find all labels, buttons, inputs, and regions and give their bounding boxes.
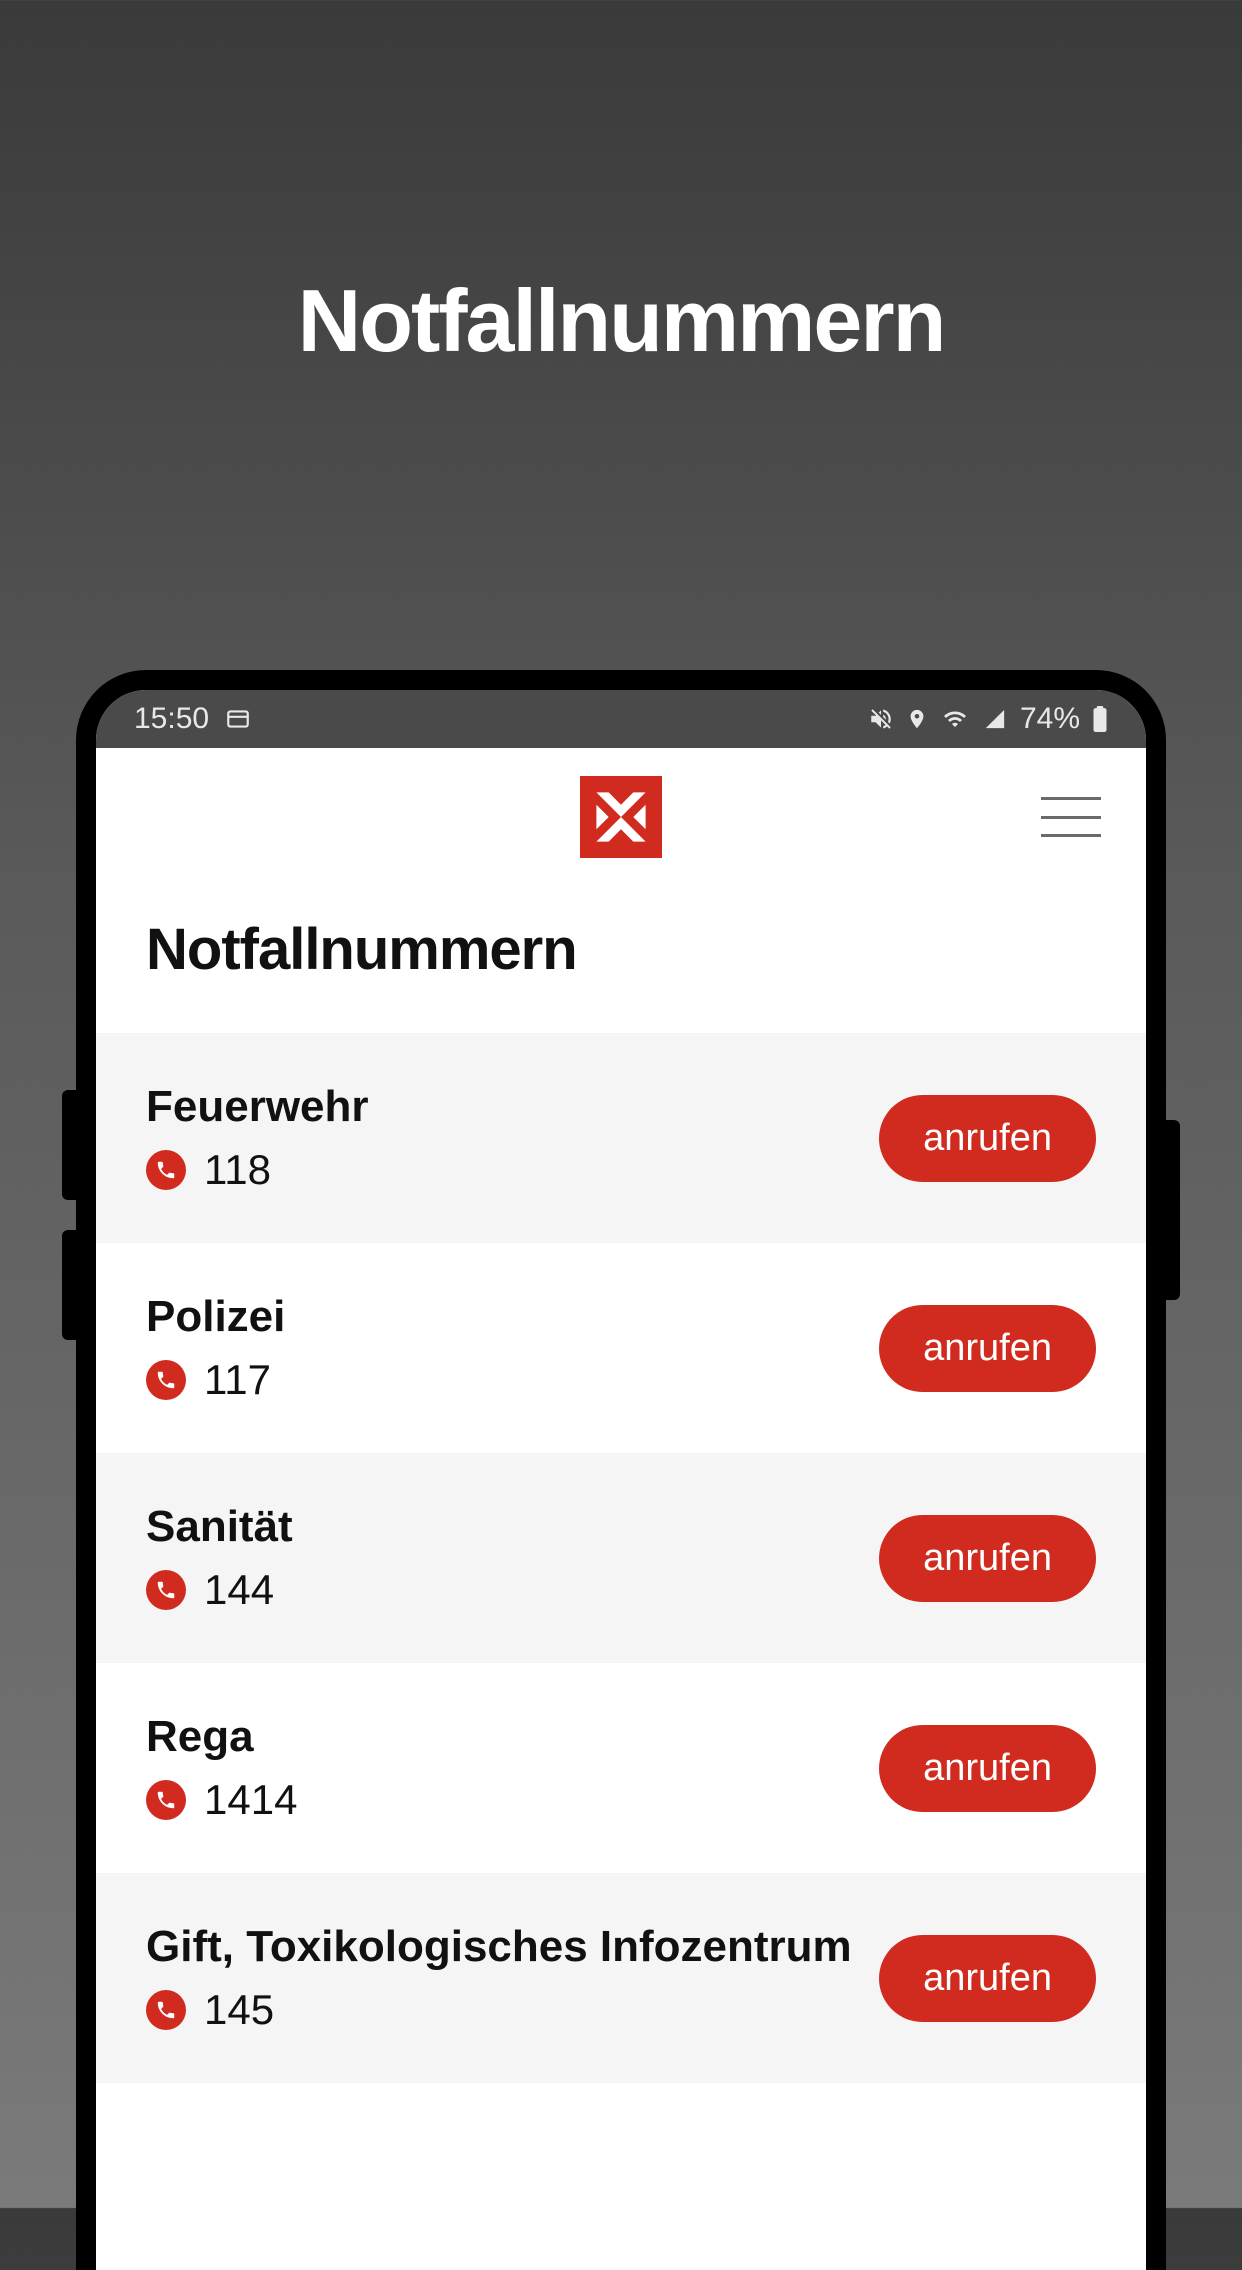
app-logo[interactable] xyxy=(580,776,662,858)
phone-button-volume-up xyxy=(62,1090,76,1200)
status-bar-right: 74% xyxy=(868,702,1108,736)
vibrate-icon xyxy=(868,706,894,732)
emergency-item-feuerwehr: Feuerwehr 118 anrufen xyxy=(96,1033,1146,1243)
emergency-item-polizei: Polizei 117 anrufen xyxy=(96,1243,1146,1453)
emergency-info: Polizei 117 xyxy=(146,1292,879,1404)
app-header xyxy=(96,748,1146,886)
emergency-number-row: 1414 xyxy=(146,1776,879,1824)
emergency-info: Gift, Toxikologisches Infozentrum 145 xyxy=(146,1922,879,2034)
status-battery-text: 74% xyxy=(1020,702,1080,736)
location-icon xyxy=(906,705,928,733)
app-indicator-icon xyxy=(225,706,251,732)
wifi-icon xyxy=(940,707,970,731)
phone-button-power xyxy=(1166,1120,1180,1300)
phone-icon xyxy=(146,1990,186,2030)
emergency-number-row: 118 xyxy=(146,1146,879,1194)
hamburger-icon xyxy=(1041,797,1101,800)
emergency-name: Sanität xyxy=(146,1502,879,1552)
phone-icon xyxy=(146,1360,186,1400)
phone-frame: 15:50 xyxy=(76,670,1166,2270)
emergency-name: Feuerwehr xyxy=(146,1082,879,1132)
emergency-info: Feuerwehr 118 xyxy=(146,1082,879,1194)
call-button[interactable]: anrufen xyxy=(879,1725,1096,1812)
emergency-item-gift: Gift, Toxikologisches Infozentrum 145 an… xyxy=(96,1873,1146,2083)
phone-number: 1414 xyxy=(204,1776,297,1824)
signal-icon xyxy=(982,708,1008,730)
call-button[interactable]: anrufen xyxy=(879,1935,1096,2022)
phone-icon xyxy=(146,1150,186,1190)
emergency-name: Rega xyxy=(146,1712,879,1762)
phone-number: 118 xyxy=(204,1146,271,1194)
battery-icon xyxy=(1092,706,1108,732)
promo-title: Notfallnummern xyxy=(0,0,1242,372)
status-bar: 15:50 xyxy=(96,690,1146,748)
menu-button[interactable] xyxy=(1041,797,1101,837)
emergency-number-row: 144 xyxy=(146,1566,879,1614)
phone-icon xyxy=(146,1780,186,1820)
emergency-number-row: 117 xyxy=(146,1356,879,1404)
emergency-item-rega: Rega 1414 anrufen xyxy=(96,1663,1146,1873)
call-button[interactable]: anrufen xyxy=(879,1095,1096,1182)
phone-number: 117 xyxy=(204,1356,271,1404)
call-button[interactable]: anrufen xyxy=(879,1305,1096,1392)
emergency-info: Sanität 144 xyxy=(146,1502,879,1614)
emergency-name: Gift, Toxikologisches Infozentrum xyxy=(146,1922,879,1972)
page-title: Notfallnummern xyxy=(96,886,1146,1033)
status-time: 15:50 xyxy=(134,702,209,736)
call-button[interactable]: anrufen xyxy=(879,1515,1096,1602)
emergency-list: Feuerwehr 118 anrufen Polizei xyxy=(96,1033,1146,2083)
emergency-info: Rega 1414 xyxy=(146,1712,879,1824)
emergency-item-sanitaet: Sanität 144 anrufen xyxy=(96,1453,1146,1663)
status-bar-left: 15:50 xyxy=(134,702,251,736)
phone-number: 144 xyxy=(204,1566,274,1614)
phone-icon xyxy=(146,1570,186,1610)
emergency-number-row: 145 xyxy=(146,1986,879,2034)
phone-button-volume-down xyxy=(62,1230,76,1340)
phone-number: 145 xyxy=(204,1986,274,2034)
emergency-name: Polizei xyxy=(146,1292,879,1342)
phone-screen: 15:50 xyxy=(96,690,1146,2270)
